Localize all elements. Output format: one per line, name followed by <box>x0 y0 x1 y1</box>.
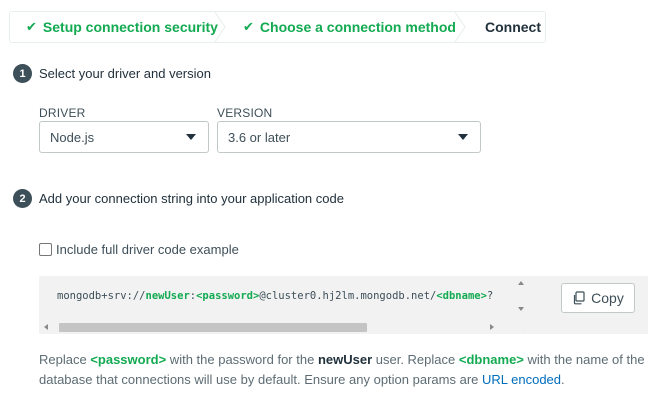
include-driver-code-checkbox[interactable] <box>39 243 52 256</box>
connection-stepper: ✔ Setup connection security ✔ Choose a c… <box>9 11 546 43</box>
step-number-badge: 1 <box>13 64 32 83</box>
url-encoded-link[interactable]: URL encoded <box>482 372 561 387</box>
cs-password: <password> <box>196 290 260 302</box>
cs-host: @cluster0.hj2lm.mongodb.net/ <box>259 290 437 302</box>
cs-dbname: <dbname> <box>436 290 487 302</box>
step-label: Connect <box>485 19 541 35</box>
step-label: Setup connection security <box>42 19 218 35</box>
driver-select[interactable]: Node.js <box>39 121 209 153</box>
copy-icon <box>572 291 586 305</box>
help-text: with the password for the <box>166 352 318 367</box>
include-driver-code-option[interactable]: Include full driver code example <box>39 242 239 257</box>
help-text: user. Replace <box>372 352 459 367</box>
help-dbname-token: <dbname> <box>458 352 524 367</box>
copy-area: Copy <box>528 276 648 334</box>
section-select-driver-heading: 1 Select your driver and version <box>13 64 211 83</box>
step-label: Choose a connection method <box>259 19 456 35</box>
connection-string[interactable]: mongodb+srv://newUser:<password>@cluster… <box>57 290 493 302</box>
cs-suffix: ? <box>486 290 494 302</box>
scrollbar-thumb[interactable] <box>59 323 367 332</box>
vertical-scrollbar[interactable] <box>514 276 528 320</box>
scroll-down-arrow-icon[interactable] <box>518 307 524 311</box>
section-connection-string-heading: 2 Add your connection string into your a… <box>13 189 344 208</box>
scroll-up-arrow-icon[interactable] <box>518 281 524 285</box>
help-password-token: <password> <box>90 352 167 367</box>
section-title: Select your driver and version <box>39 66 211 81</box>
step-setup-security[interactable]: ✔ Setup connection security <box>10 12 226 42</box>
checkmark-icon: ✔ <box>26 19 37 34</box>
step-choose-method[interactable]: ✔ Choose a connection method <box>225 12 466 42</box>
section-title: Add your connection string into your app… <box>39 191 344 206</box>
scroll-right-arrow-icon[interactable] <box>490 324 494 330</box>
step-number-badge: 2 <box>13 189 32 208</box>
version-selected-value: 3.6 or later <box>228 129 291 145</box>
checkbox-label: Include full driver code example <box>56 242 239 257</box>
copy-label: Copy <box>591 290 624 306</box>
version-label: VERSION <box>217 106 273 120</box>
checkmark-icon: ✔ <box>243 19 254 34</box>
horizontal-scrollbar[interactable] <box>39 320 514 334</box>
help-text: Replace <box>39 352 91 367</box>
cs-user: newUser <box>145 290 190 302</box>
connection-help-text: Replace <password> with the password for… <box>39 350 649 390</box>
driver-label: DRIVER <box>39 106 86 120</box>
scroll-left-arrow-icon[interactable] <box>44 324 48 330</box>
help-user-token: newUser <box>317 352 373 367</box>
connection-string-box[interactable]: mongodb+srv://newUser:<password>@cluster… <box>39 276 528 334</box>
copy-button[interactable]: Copy <box>561 283 635 313</box>
cs-prefix: mongodb+srv:// <box>57 290 146 302</box>
help-text: . <box>561 372 565 387</box>
driver-selected-value: Node.js <box>50 129 95 145</box>
version-select[interactable]: 3.6 or later <box>217 121 481 153</box>
caret-down-icon <box>186 134 196 140</box>
caret-down-icon <box>458 134 468 140</box>
step-connect[interactable]: Connect <box>465 12 541 42</box>
